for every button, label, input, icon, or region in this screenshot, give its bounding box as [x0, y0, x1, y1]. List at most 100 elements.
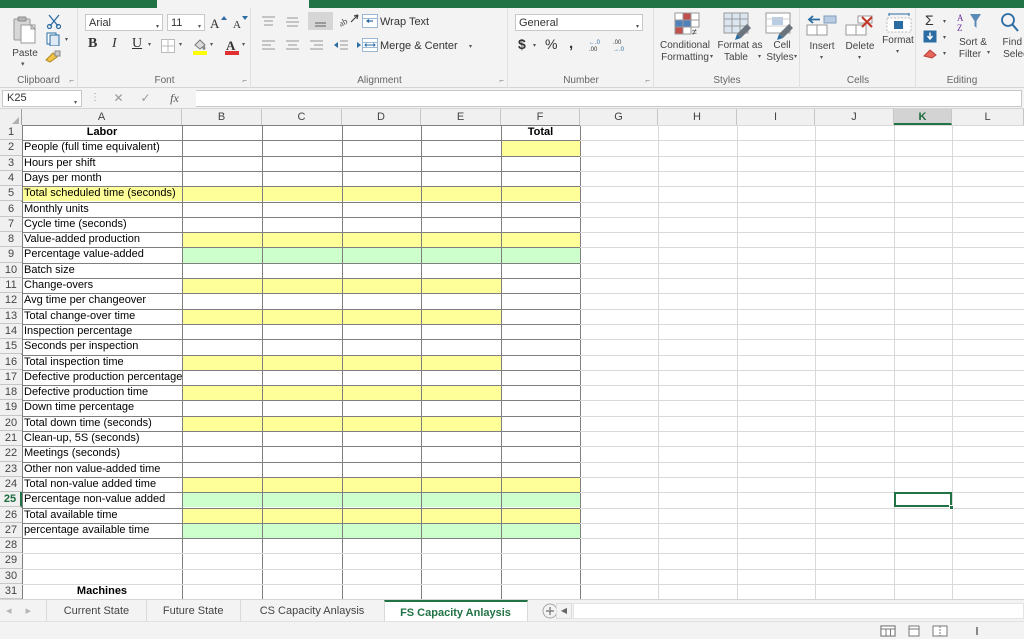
- row-header-28[interactable]: 28: [0, 538, 22, 554]
- row-header-17[interactable]: 17: [0, 369, 22, 386]
- row-header-15[interactable]: 15: [0, 339, 22, 355]
- row-header-1[interactable]: 1: [0, 125, 22, 141]
- sheet-tab-future-state[interactable]: Future State: [145, 600, 240, 622]
- align-left-icon[interactable]: [260, 38, 277, 52]
- sheet-tab-cs-capacity-anlaysis[interactable]: CS Capacity Anlaysis: [239, 600, 384, 622]
- cell-a19[interactable]: Down time percentage: [24, 400, 180, 415]
- cell-a10[interactable]: Batch size: [24, 263, 180, 278]
- insert-label[interactable]: Insert: [801, 41, 843, 52]
- align-right-icon[interactable]: [308, 38, 325, 52]
- fill-handle[interactable]: [949, 504, 954, 510]
- align-center-icon[interactable]: [284, 38, 301, 52]
- column-header-d[interactable]: D: [342, 109, 421, 125]
- cell-a13[interactable]: Total change-over time: [24, 309, 180, 324]
- cell-a3[interactable]: Hours per shift: [24, 156, 180, 171]
- row-header-4[interactable]: 4: [0, 170, 22, 187]
- merge-center-label[interactable]: Merge & Center: [380, 40, 458, 52]
- font-size-dropdown-icon[interactable]: ▾: [198, 20, 201, 34]
- sheet-tab-current-state[interactable]: Current State: [46, 600, 146, 622]
- format-label[interactable]: Format: [877, 35, 919, 46]
- column-header-e[interactable]: E: [421, 109, 501, 125]
- decrease-decimal-icon[interactable]: .00 →.0: [609, 37, 629, 56]
- copy-dropdown-icon[interactable]: ▾: [65, 36, 68, 43]
- cell-a23[interactable]: Other non value-added time: [24, 462, 180, 477]
- format-as-table-icon[interactable]: [723, 12, 753, 43]
- row-header-3[interactable]: 3: [0, 155, 22, 171]
- decrease-indent-icon[interactable]: [332, 38, 349, 52]
- sort-filter-dropdown-icon[interactable]: ▾: [987, 49, 990, 56]
- sheet-nav-right-icon[interactable]: ▸: [26, 605, 46, 617]
- currency-icon[interactable]: $: [518, 36, 526, 52]
- confirm-entry-icon[interactable]: ✓: [137, 91, 154, 106]
- column-header-l[interactable]: L: [952, 109, 1024, 125]
- cell-a16[interactable]: Total inspection time: [24, 355, 180, 370]
- orientation-icon[interactable]: ab: [337, 13, 360, 29]
- cell-a8[interactable]: Value-added production: [24, 232, 180, 247]
- horizontal-scrollbar[interactable]: [573, 603, 1024, 619]
- alignment-dialog-launcher-icon[interactable]: ⌐: [499, 76, 504, 85]
- sort-filter-icon[interactable]: A Z: [957, 12, 991, 37]
- sheet-tab-fs-capacity-anlaysis[interactable]: FS Capacity Anlaysis: [383, 600, 528, 622]
- row-header-16[interactable]: 16: [0, 354, 22, 370]
- row-header-29[interactable]: 29: [0, 553, 22, 569]
- merge-center-dropdown-icon[interactable]: ▾: [469, 43, 472, 50]
- row-header-13[interactable]: 13: [0, 308, 22, 324]
- font-size-input[interactable]: 11 ▾: [167, 14, 205, 31]
- cell-styles-label-2[interactable]: Styles: [765, 53, 795, 63]
- row-header-24[interactable]: 24: [0, 476, 22, 493]
- conditional-formatting-icon[interactable]: ≠: [673, 12, 707, 43]
- insert-dropdown-icon[interactable]: ▾: [820, 54, 823, 61]
- cell-a17[interactable]: Defective production percentage: [24, 370, 182, 385]
- column-header-b[interactable]: B: [182, 109, 262, 125]
- row-header-8[interactable]: 8: [0, 232, 22, 248]
- format-as-table-label-2[interactable]: Table: [714, 53, 758, 63]
- fill-color-dropdown-icon[interactable]: ▾: [210, 41, 213, 48]
- cell-a15[interactable]: Seconds per inspection: [24, 339, 180, 354]
- decrease-font-size-icon[interactable]: A: [231, 14, 249, 31]
- column-header-j[interactable]: J: [815, 109, 894, 125]
- row-header-11[interactable]: 11: [0, 278, 22, 294]
- row-header-7[interactable]: 7: [0, 216, 22, 233]
- row-header-21[interactable]: 21: [0, 431, 22, 447]
- delete-dropdown-icon[interactable]: ▾: [858, 54, 861, 61]
- cell-a31[interactable]: Machines: [24, 584, 180, 599]
- paste-label[interactable]: Paste: [6, 48, 44, 59]
- paste-icon[interactable]: [12, 16, 38, 46]
- formula-bar-handle-icon[interactable]: ⋮: [90, 92, 100, 103]
- find-select-label-1[interactable]: Find &: [995, 37, 1024, 48]
- cell-styles-dropdown-icon[interactable]: ▾: [794, 53, 797, 60]
- fill-series-icon[interactable]: [923, 30, 937, 46]
- page-break-view-icon[interactable]: [932, 625, 948, 637]
- find-select-label-2[interactable]: Select: [995, 49, 1024, 60]
- row-header-30[interactable]: 30: [0, 568, 22, 584]
- delete-label[interactable]: Delete: [839, 41, 881, 52]
- row-header-25[interactable]: 25: [0, 492, 22, 508]
- copy-icon[interactable]: [46, 32, 62, 49]
- format-painter-icon[interactable]: [44, 50, 62, 67]
- format-dropdown-icon[interactable]: ▾: [896, 48, 899, 55]
- cell-a24[interactable]: Total non-value added time: [24, 477, 180, 492]
- paste-dropdown-icon[interactable]: ▾: [21, 60, 25, 68]
- active-ribbon-tab[interactable]: [157, 0, 309, 8]
- column-header-g[interactable]: G: [580, 109, 658, 125]
- sheet-nav-left-icon[interactable]: ◂: [6, 605, 26, 617]
- borders-dropdown-icon[interactable]: ▾: [179, 41, 182, 48]
- number-format-select[interactable]: General ▾: [515, 14, 643, 31]
- comma-style-icon[interactable]: ,: [569, 35, 573, 52]
- number-format-dropdown-icon[interactable]: ▾: [636, 20, 639, 34]
- delete-cells-icon[interactable]: [845, 14, 877, 41]
- clipboard-dialog-launcher-icon[interactable]: ⌐: [69, 76, 74, 85]
- increase-font-size-icon[interactable]: A: [209, 14, 227, 31]
- cell-a5[interactable]: Total scheduled time (seconds): [24, 186, 180, 201]
- font-dialog-launcher-icon[interactable]: ⌐: [242, 76, 247, 85]
- row-header-19[interactable]: 19: [0, 400, 22, 416]
- column-header-c[interactable]: C: [262, 109, 342, 125]
- cell-a26[interactable]: Total available time: [24, 508, 180, 523]
- cut-icon[interactable]: [46, 13, 62, 32]
- cell-a12[interactable]: Avg time per changeover: [24, 293, 180, 308]
- find-select-icon[interactable]: [999, 12, 1023, 37]
- cell-a27[interactable]: percentage available time: [24, 523, 180, 538]
- sheet-nav-arrows[interactable]: ◂▸: [6, 604, 45, 617]
- cell-a21[interactable]: Clean-up, 5S (seconds): [24, 431, 180, 446]
- cell-styles-label-1[interactable]: Cell: [765, 41, 799, 51]
